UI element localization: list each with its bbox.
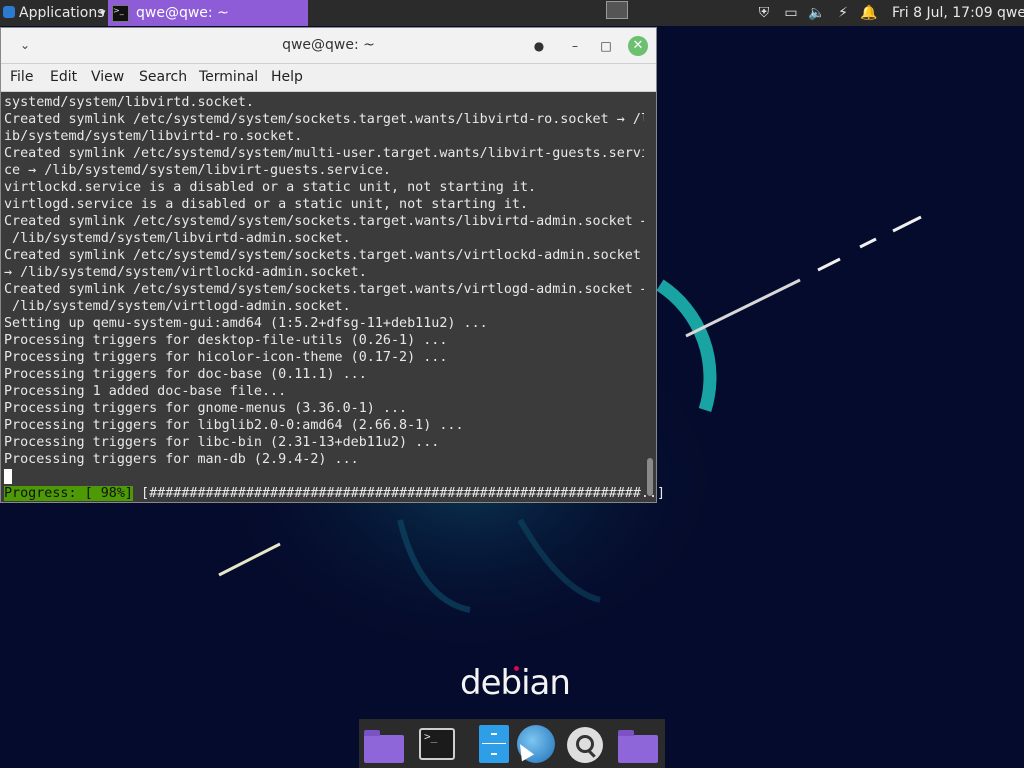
- progress-label: Progress: [ 98%]: [4, 486, 133, 501]
- file-manager-icon: [479, 725, 509, 763]
- search-icon: [567, 727, 603, 763]
- terminal-line: Created symlink /etc/systemd/system/sock…: [4, 282, 644, 297]
- terminal-line: Processing triggers for desktop-file-uti…: [4, 333, 448, 348]
- terminal-line: Created symlink /etc/systemd/system/sock…: [4, 248, 641, 263]
- terminal-line: Processing triggers for man-db (2.9.4-2)…: [4, 452, 359, 467]
- terminal-line: Processing triggers for doc-base (0.11.1…: [4, 367, 367, 382]
- terminal-line: → /lib/systemd/system/virtlockd-admin.so…: [4, 265, 367, 280]
- terminal-window[interactable]: ⌄ qwe@qwe: ~ ● – □ ✕ File Edit View Sear…: [0, 27, 665, 503]
- menu-file[interactable]: File: [10, 64, 33, 91]
- menu-edit[interactable]: Edit: [50, 64, 77, 91]
- terminal-line: virtlogd.service is a disabled or a stat…: [4, 197, 529, 212]
- shield-icon[interactable]: ⛨: [754, 3, 774, 23]
- terminal-line: /lib/systemd/system/virtlogd-admin.socke…: [4, 299, 351, 314]
- dock-item-folder[interactable]: [615, 723, 659, 765]
- terminal-line: Created symlink /etc/systemd/system/sock…: [4, 214, 644, 229]
- menu-terminal[interactable]: Terminal: [199, 64, 258, 91]
- terminal-line: Processing 1 added doc-base file...: [4, 384, 287, 399]
- user-menu[interactable]: qwe: [997, 0, 1024, 26]
- debian-logo-icon: [3, 6, 15, 18]
- menu-help[interactable]: Help: [271, 64, 303, 91]
- volume-icon[interactable]: 🔈: [807, 3, 827, 23]
- close-button[interactable]: ✕: [628, 36, 648, 56]
- terminal-line: ib/systemd/system/libvirtd-ro.socket.: [4, 129, 303, 144]
- cursor-line: [4, 468, 644, 485]
- window-titlebar[interactable]: ⌄ qwe@qwe: ~ ● – □ ✕: [1, 28, 656, 64]
- clock[interactable]: Fri 8 Jul, 17:09: [892, 0, 993, 26]
- minimize-button[interactable]: –: [566, 37, 584, 55]
- terminal-line: virtlockd.service is a disabled or a sta…: [4, 180, 537, 195]
- applications-label: Applications: [19, 5, 105, 21]
- terminal-line: Created symlink /etc/systemd/system/sock…: [4, 112, 644, 127]
- dock-item-app-finder[interactable]: [561, 723, 605, 765]
- dock-item-home-folder[interactable]: [361, 723, 405, 765]
- menu-arrow-icon: ▾: [100, 6, 106, 19]
- terminal-line: ce → /lib/systemd/system/libvirt-guests.…: [4, 163, 391, 178]
- dock: >_: [359, 719, 665, 768]
- dock-item-web-browser[interactable]: [511, 723, 555, 765]
- terminal-line: Processing triggers for hicolor-icon-the…: [4, 350, 448, 365]
- progress-row: Progress: [ 98%] [######################…: [4, 485, 665, 502]
- terminal-line: systemd/system/libvirtd.socket.: [4, 95, 254, 110]
- terminal-menubar: File Edit View Search Terminal Help: [1, 64, 656, 92]
- menu-view[interactable]: View: [91, 64, 124, 91]
- dock-item-file-manager[interactable]: [469, 723, 513, 765]
- text-cursor: [4, 469, 12, 484]
- terminal-line: Created symlink /etc/systemd/system/mult…: [4, 146, 644, 161]
- folder-icon: [364, 730, 404, 763]
- terminal-output[interactable]: systemd/system/libvirtd.socket. Created …: [4, 94, 665, 501]
- folder-icon: [618, 730, 658, 763]
- terminal-icon: >_: [112, 5, 129, 22]
- terminal-line: Setting up qemu-system-gui:amd64 (1:5.2+…: [4, 316, 488, 331]
- taskbar-button-label: qwe@qwe: ~: [136, 5, 229, 21]
- terminal-line: /lib/systemd/system/libvirtd-admin.socke…: [4, 231, 351, 246]
- terminal-line: Processing triggers for libc-bin (2.31-1…: [4, 435, 440, 450]
- sticky-button[interactable]: ●: [530, 37, 548, 55]
- maximize-button[interactable]: □: [597, 37, 615, 55]
- power-icon[interactable]: ⚡: [833, 3, 853, 23]
- network-icon[interactable]: ▭: [781, 3, 801, 23]
- progress-bar-text: [#######################################…: [133, 486, 666, 501]
- menu-search[interactable]: Search: [139, 64, 187, 91]
- window-title: qwe@qwe: ~: [282, 37, 375, 53]
- terminal-line: Processing triggers for gnome-menus (3.3…: [4, 401, 408, 416]
- applications-menu[interactable]: Applications ▾: [0, 0, 106, 26]
- workspace-switcher[interactable]: [606, 1, 628, 19]
- notifications-bell-icon[interactable]: 🔔: [859, 3, 879, 23]
- terminal-line: Processing triggers for libglib2.0-0:amd…: [4, 418, 464, 433]
- terminal-icon: >_: [419, 728, 455, 760]
- top-panel: Applications ▾ >_ qwe@qwe: ~ ⛨ ▭ 🔈 ⚡ 🔔 F…: [0, 0, 1024, 26]
- terminal-scrollbar[interactable]: [647, 458, 653, 496]
- debian-dot: [514, 666, 519, 671]
- dock-item-terminal[interactable]: >_: [415, 723, 459, 765]
- taskbar-button-terminal[interactable]: >_ qwe@qwe: ~: [108, 0, 308, 26]
